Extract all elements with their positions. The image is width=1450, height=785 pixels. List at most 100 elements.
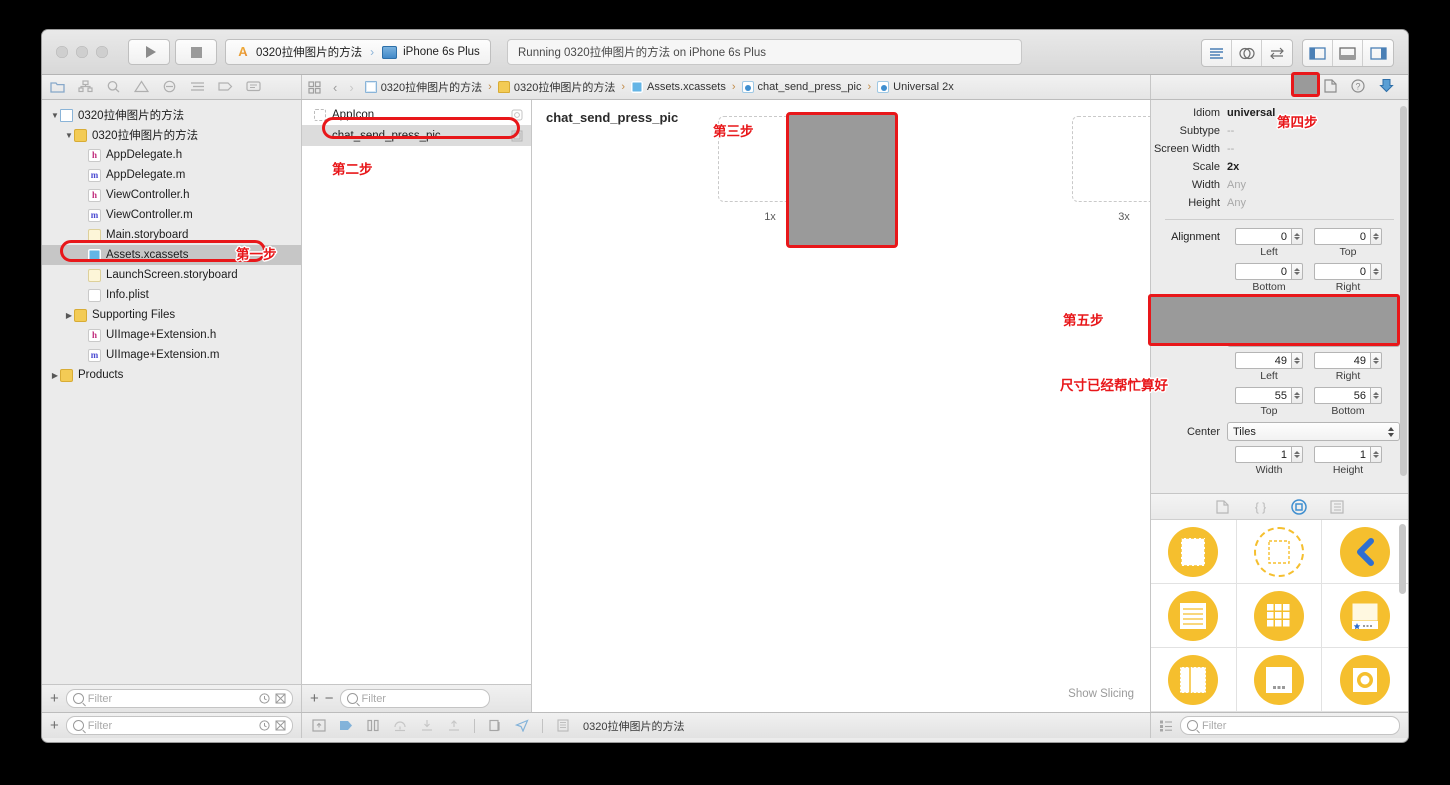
tree-row[interactable]: ▼ 0320拉伸图片的方法 <box>42 125 301 145</box>
location-icon[interactable] <box>514 719 529 733</box>
alignment-top-stepper[interactable] <box>1314 228 1382 245</box>
add-button[interactable]: + <box>50 718 59 733</box>
navigator-filter-input[interactable]: Filter <box>65 689 293 708</box>
inspector-filter-input[interactable]: Filter <box>1180 716 1400 735</box>
library-item[interactable] <box>1151 520 1237 584</box>
toggle-utilities-button[interactable] <box>1363 40 1393 66</box>
stepper-buttons[interactable] <box>1370 228 1382 245</box>
library-scrollbar[interactable] <box>1399 524 1406 594</box>
tree-row[interactable]: h AppDelegate.h <box>42 145 301 165</box>
object-library-icon[interactable] <box>1290 498 1307 515</box>
step-out-icon[interactable] <box>447 719 461 732</box>
standard-editor-button[interactable] <box>1202 40 1232 66</box>
assistant-editor-button[interactable] <box>1232 40 1262 66</box>
slices-select[interactable]: Horizontal and Vertical <box>1227 328 1400 347</box>
breadcrumb-item-2[interactable]: Assets.xcassets <box>628 81 729 93</box>
alignment-left-stepper[interactable] <box>1235 228 1303 245</box>
alignment-right-input[interactable] <box>1314 263 1370 280</box>
stepper-buttons[interactable] <box>1370 263 1382 280</box>
slice-right-input[interactable] <box>1314 352 1370 369</box>
tree-row[interactable]: ▶ Products <box>42 365 301 385</box>
scheme-selector[interactable]: 0320拉伸图片的方法 › iPhone 6s Plus <box>225 39 491 65</box>
library-item[interactable] <box>1236 520 1323 584</box>
breadcrumb-item-0[interactable]: 0320拉伸图片的方法 <box>362 79 485 95</box>
close-button[interactable] <box>56 46 68 58</box>
related-items-icon[interactable] <box>308 80 321 94</box>
toggle-navigator-button[interactable] <box>1303 40 1333 66</box>
disclosure-triangle-icon[interactable]: ▼ <box>64 131 74 140</box>
disclosure-triangle-icon[interactable]: ▶ <box>64 311 74 320</box>
continue-icon[interactable] <box>339 719 353 732</box>
tree-row[interactable]: Main.storyboard <box>42 225 301 245</box>
file-inspector-icon[interactable] <box>1324 78 1337 96</box>
stepper-buttons[interactable] <box>1291 387 1303 404</box>
filter-toggle-icon[interactable] <box>275 720 286 731</box>
pause-icon[interactable] <box>366 719 380 732</box>
add-asset-button[interactable]: + <box>310 691 319 706</box>
slice-bottom-input[interactable] <box>1314 387 1370 404</box>
asset-list-item[interactable]: AppIcon <box>302 104 531 125</box>
center-select[interactable]: Tiles <box>1227 422 1400 441</box>
hide-debug-area-icon[interactable] <box>312 719 326 732</box>
file-template-library-icon[interactable] <box>1215 499 1231 514</box>
test-navigator-icon[interactable] <box>162 80 177 94</box>
view-hierarchy-icon[interactable] <box>488 719 502 732</box>
slice-right-stepper[interactable] <box>1314 352 1382 369</box>
add-file-button[interactable]: + <box>50 691 59 706</box>
alignment-left-input[interactable] <box>1235 228 1291 245</box>
center-height-stepper[interactable] <box>1314 446 1382 463</box>
clock-icon[interactable] <box>259 720 270 731</box>
source-control-filter-icon[interactable] <box>275 693 286 704</box>
media-library-icon[interactable] <box>1329 499 1345 514</box>
breadcrumb-item-4[interactable]: Universal 2x <box>874 81 957 93</box>
stepper-buttons[interactable] <box>1291 263 1303 280</box>
library-item[interactable] <box>1322 584 1408 648</box>
alignment-bottom-stepper[interactable] <box>1235 263 1303 280</box>
stepper-buttons[interactable] <box>1370 387 1382 404</box>
version-editor-button[interactable] <box>1262 40 1292 66</box>
quick-help-inspector-icon[interactable]: ? <box>1351 78 1365 96</box>
asset-list-item[interactable]: chat_send_press_pic <box>302 125 531 146</box>
stepper-buttons[interactable] <box>1291 446 1303 463</box>
list-view-icon[interactable] <box>1159 719 1173 732</box>
zoom-button[interactable] <box>96 46 108 58</box>
alignment-right-stepper[interactable] <box>1314 263 1382 280</box>
tree-row[interactable]: LaunchScreen.storyboard <box>42 265 301 285</box>
forward-button[interactable]: › <box>345 80 357 95</box>
report-navigator-icon[interactable] <box>246 80 261 94</box>
step-into-icon[interactable] <box>420 719 434 732</box>
alignment-top-input[interactable] <box>1314 228 1370 245</box>
stepper-buttons[interactable] <box>1291 352 1303 369</box>
tree-row[interactable]: m ViewController.m <box>42 205 301 225</box>
back-button[interactable]: ‹ <box>329 80 341 95</box>
recent-files-icon[interactable] <box>259 693 270 704</box>
tree-row[interactable]: m AppDelegate.m <box>42 165 301 185</box>
slice-bottom-stepper[interactable] <box>1314 387 1382 404</box>
slice-top-stepper[interactable] <box>1235 387 1303 404</box>
symbol-navigator-icon[interactable] <box>78 80 93 94</box>
attributes-inspector-icon[interactable] <box>1379 78 1394 96</box>
breadcrumb-item-3[interactable]: chat_send_press_pic <box>739 81 865 93</box>
center-width-input[interactable] <box>1235 446 1291 463</box>
breakpoint-navigator-icon[interactable] <box>218 80 233 94</box>
debug-navigator-icon[interactable] <box>190 80 205 94</box>
project-navigator-icon[interactable] <box>50 80 65 94</box>
run-button[interactable] <box>128 39 170 65</box>
find-navigator-icon[interactable] <box>106 80 121 94</box>
alignment-bottom-input[interactable] <box>1235 263 1291 280</box>
slice-left-input[interactable] <box>1235 352 1291 369</box>
center-width-stepper[interactable] <box>1235 446 1303 463</box>
tree-row[interactable]: ▶ Supporting Files <box>42 305 301 325</box>
minimize-button[interactable] <box>76 46 88 58</box>
library-item[interactable] <box>1322 520 1408 584</box>
issue-navigator-icon[interactable] <box>133 80 150 94</box>
tree-row[interactable]: h ViewController.h <box>42 185 301 205</box>
disclosure-triangle-icon[interactable]: ▶ <box>50 371 60 380</box>
library-item[interactable] <box>1236 648 1323 712</box>
stack-frame-icon[interactable] <box>556 719 570 732</box>
inspector-scrollbar[interactable] <box>1400 106 1407 476</box>
tree-row[interactable]: m UIImage+Extension.m <box>42 345 301 365</box>
tree-row[interactable]: h UIImage+Extension.h <box>42 325 301 345</box>
breadcrumb-item-1[interactable]: 0320拉伸图片的方法 <box>495 79 618 95</box>
debug-filter-input[interactable]: Filter <box>65 716 293 735</box>
